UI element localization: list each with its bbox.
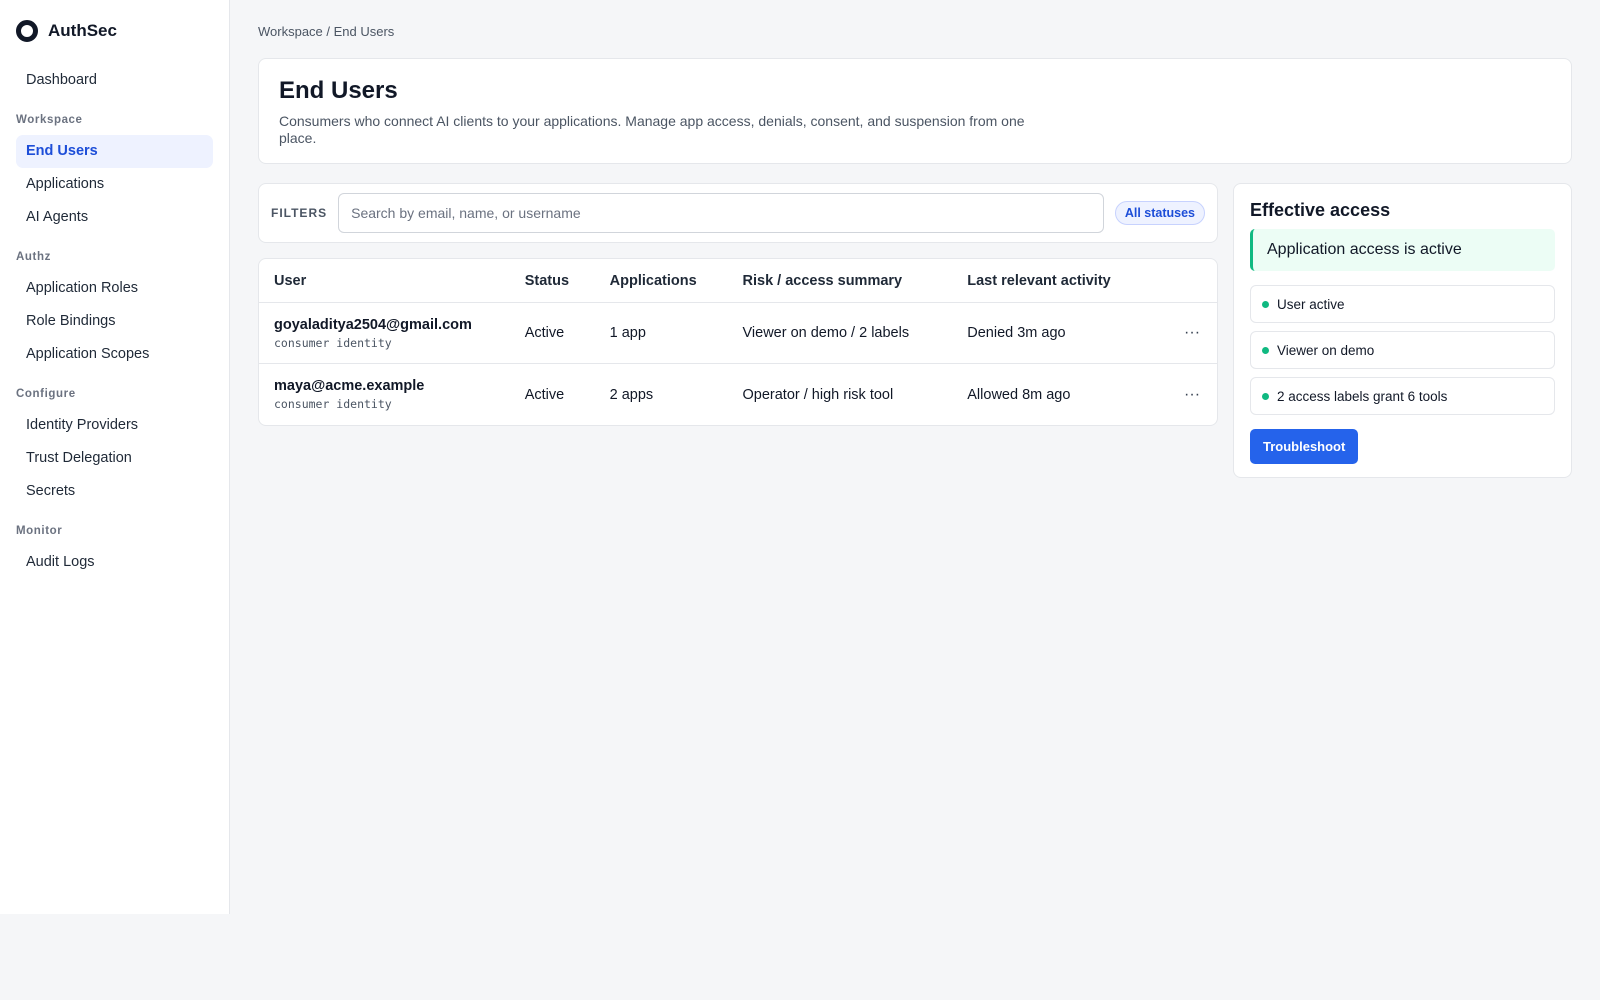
activity-cell: Denied 3m ago	[967, 325, 1066, 341]
applications-cell: 2 apps	[609, 386, 654, 403]
table-header: User Status Applications Risk / access s…	[259, 259, 1217, 303]
sidebar-item-ai-agents[interactable]: AI Agents	[16, 201, 213, 234]
sidebar-item-secrets[interactable]: Secrets	[16, 475, 213, 508]
user-cell: maya@acme.example consumer identity	[259, 378, 525, 411]
status-cell: Active	[524, 386, 565, 403]
sidebar-item-dashboard[interactable]: Dashboard	[16, 64, 213, 97]
sidebar-section-authz: Authz	[16, 251, 51, 263]
row-actions-menu-icon[interactable]: ···	[1167, 386, 1217, 404]
sidebar-item-end-users[interactable]: End Users	[16, 135, 213, 168]
column-header-applications[interactable]: Applications	[610, 273, 743, 289]
activity-cell: Allowed 8m ago	[967, 386, 1071, 403]
brand-name: AuthSec	[48, 21, 117, 40]
risk-cell: Operator / high risk tool	[742, 386, 894, 403]
access-item: Viewer on demo	[1250, 331, 1555, 369]
user-email[interactable]: goyaladitya2504@gmail.com	[274, 317, 525, 333]
main-content: Workspace / End Users End Users Consumer…	[258, 24, 1572, 478]
users-table: User Status Applications Risk / access s…	[258, 258, 1218, 426]
sidebar-item-applications[interactable]: Applications	[16, 168, 213, 201]
sidebar-item-role-bindings[interactable]: Role Bindings	[16, 305, 213, 338]
status-dot-icon	[1262, 392, 1269, 400]
sidebar-section-monitor: Monitor	[16, 525, 63, 537]
sidebar-section-configure: Configure	[16, 388, 76, 400]
access-status-banner: Application access is active	[1250, 229, 1555, 271]
page-header: End Users Consumers who connect AI clien…	[258, 58, 1572, 164]
access-panel-column: Effective access Application access is a…	[1233, 183, 1572, 478]
filters-bar: FILTERS All statuses	[258, 183, 1218, 243]
access-item-label: User active	[1277, 296, 1345, 312]
user-cell: goyaladitya2504@gmail.com consumer ident…	[259, 317, 525, 350]
sidebar-item-identity-providers[interactable]: Identity Providers	[16, 409, 213, 442]
page-description: Consumers who connect AI clients to your…	[279, 113, 1025, 146]
column-header-risk[interactable]: Risk / access summary	[743, 273, 968, 289]
sidebar-item-application-roles[interactable]: Application Roles	[16, 272, 213, 305]
breadcrumb: Workspace / End Users	[258, 24, 395, 39]
user-type: consumer identity	[274, 335, 392, 350]
effective-access-panel: Effective access Application access is a…	[1233, 183, 1572, 478]
access-panel-title: Effective access	[1250, 200, 1391, 220]
status-filter-pill[interactable]: All statuses	[1114, 201, 1205, 225]
column-header-activity[interactable]: Last relevant activity	[967, 273, 1167, 289]
brand[interactable]: AuthSec	[16, 18, 213, 44]
sidebar-section-workspace: Workspace	[16, 114, 83, 126]
column-header-status[interactable]: Status	[525, 273, 610, 289]
sidebar-item-trust-delegation[interactable]: Trust Delegation	[16, 442, 213, 475]
search-input[interactable]	[338, 193, 1104, 233]
access-item: 2 access labels grant 6 tools	[1250, 377, 1555, 415]
page-title: End Users	[279, 77, 398, 104]
status-cell: Active	[524, 325, 565, 341]
table-row[interactable]: goyaladitya2504@gmail.com consumer ident…	[259, 303, 1217, 364]
filters-label: FILTERS	[271, 206, 328, 220]
user-email[interactable]: maya@acme.example	[274, 378, 525, 394]
sidebar-item-application-scopes[interactable]: Application Scopes	[16, 338, 213, 371]
access-item: User active	[1250, 285, 1555, 323]
sidebar-item-audit-logs[interactable]: Audit Logs	[16, 546, 213, 579]
status-dot-icon	[1262, 346, 1269, 354]
status-dot-icon	[1262, 300, 1269, 308]
column-header-user[interactable]: User	[259, 273, 525, 289]
authsec-logo-icon	[16, 20, 38, 42]
sidebar: AuthSec Dashboard Workspace End Users Ap…	[0, 0, 230, 914]
applications-cell: 1 app	[609, 325, 646, 341]
row-actions-menu-icon[interactable]: ···	[1167, 324, 1217, 342]
access-item-label: 2 access labels grant 6 tools	[1277, 388, 1448, 404]
table-row[interactable]: maya@acme.example consumer identity Acti…	[259, 364, 1217, 425]
access-item-label: Viewer on demo	[1277, 342, 1375, 358]
risk-cell: Viewer on demo / 2 labels	[742, 325, 910, 341]
troubleshoot-button[interactable]: Troubleshoot	[1250, 429, 1359, 464]
user-type: consumer identity	[274, 397, 392, 411]
users-column: FILTERS All statuses User Status Applica…	[258, 183, 1218, 426]
